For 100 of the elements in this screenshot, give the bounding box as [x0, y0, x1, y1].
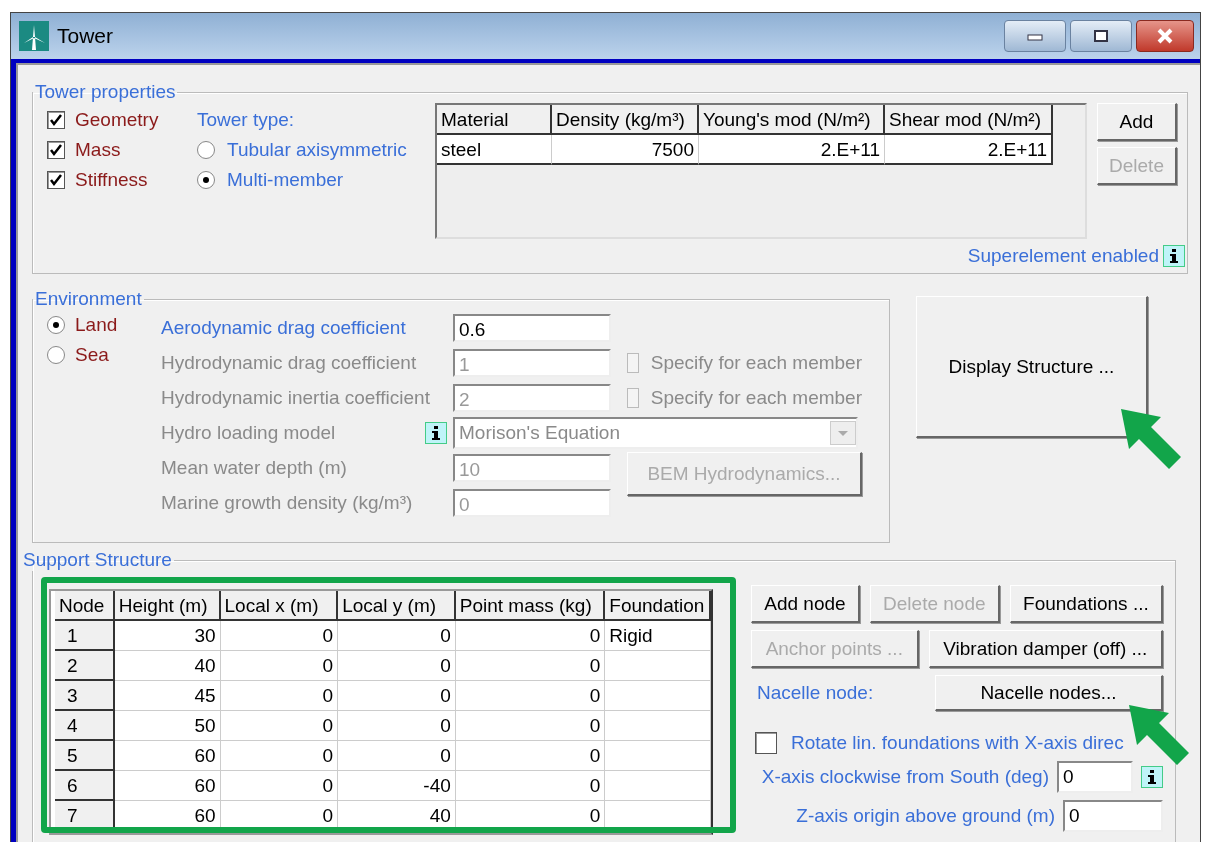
table-cell: 2.E+11: [699, 135, 885, 165]
group-title: Environment: [34, 288, 143, 310]
nacelle-nodes-button[interactable]: Nacelle nodes...: [935, 675, 1163, 711]
maximize-button[interactable]: [1070, 20, 1132, 52]
column-header: Height (m): [114, 591, 221, 621]
checkbox[interactable]: [755, 732, 777, 754]
table-cell: 0: [455, 711, 606, 741]
column-header: Foundation: [605, 591, 711, 621]
radio-label: Multi-member: [227, 169, 344, 191]
column-header: Node: [55, 591, 115, 621]
group-title: Tower properties: [34, 81, 177, 103]
table-cell: Rigid: [605, 621, 711, 651]
column-header: Young's mod (N/m²): [699, 105, 885, 135]
row-header: 4: [55, 711, 115, 741]
checkbox-label: Specify for each member: [650, 386, 862, 409]
input-field[interactable]: 0: [1063, 800, 1163, 832]
table-cell: 0: [338, 741, 456, 771]
checkbox-label: Specify for each member: [650, 351, 862, 374]
checkbox[interactable]: [47, 141, 65, 159]
table-cell: 45: [114, 681, 221, 711]
row-header: 5: [55, 741, 115, 771]
window-title: Tower: [57, 24, 114, 48]
radio-button[interactable]: [47, 346, 65, 364]
checkbox-label: Stiffness: [75, 169, 148, 191]
table-cell: 40: [114, 651, 221, 681]
checkbox[interactable]: [47, 171, 65, 189]
info-icon[interactable]: [1141, 766, 1163, 788]
row-header: 2: [55, 651, 115, 681]
table-cell: steel: [437, 135, 552, 165]
arrow-icon: [1129, 705, 1191, 767]
table-cell: 2.E+11: [885, 135, 1053, 165]
field-label: X-axis clockwise from South (deg): [761, 766, 1049, 788]
tower-type-label: Tower type:: [197, 109, 296, 131]
table-cell: 0: [220, 801, 339, 831]
table-cell: 0: [455, 801, 606, 831]
input-field[interactable]: 0: [1057, 761, 1133, 793]
checkbox-label: Rotate lin. foundations with X-axis direc: [791, 732, 1124, 754]
close-button[interactable]: [1136, 20, 1194, 52]
field-label: Marine growth density (kg/m³): [161, 491, 413, 514]
field-label: Hydro loading model: [161, 421, 336, 444]
row-header: 3: [55, 681, 115, 711]
table-cell: 0: [220, 771, 339, 801]
node-button[interactable]: Foundations ...: [1009, 585, 1163, 623]
node-button[interactable]: Vibration damper (off) ...: [928, 630, 1163, 668]
table-cell: 0: [455, 651, 606, 681]
table-cell: 0: [455, 741, 606, 771]
field-label: Hydrodynamic inertia coefficient: [161, 386, 430, 409]
table-cell: 0: [455, 681, 606, 711]
field-label: Aerodynamic drag coefficient: [161, 316, 406, 339]
table-cell: -40: [338, 771, 456, 801]
table-cell: 60: [114, 771, 221, 801]
radio-label: Land: [75, 314, 118, 336]
table-cell: 30: [114, 621, 221, 651]
column-header: Local y (m): [338, 591, 456, 621]
column-header: Shear mod (N/m²): [885, 105, 1053, 135]
radio-label: Tubular axisymmetric: [227, 139, 407, 161]
superelement-label: Superelement enabled: [967, 245, 1159, 267]
radio-button[interactable]: [47, 316, 65, 334]
nacelle-label: Nacelle node:: [757, 682, 874, 704]
table-cell: 0: [455, 771, 606, 801]
row-header: 1: [55, 621, 115, 651]
column-header: Material: [437, 105, 552, 135]
field-label: Hydrodynamic drag coefficient: [161, 351, 417, 374]
input-field[interactable]: 0.6: [453, 313, 611, 342]
table-cell: 0: [220, 711, 339, 741]
field-label: Mean water depth (m): [161, 456, 347, 479]
table-cell: 0: [220, 681, 339, 711]
minimize-icon: [1025, 31, 1045, 41]
table-cell: 0: [220, 621, 339, 651]
info-icon[interactable]: [1163, 245, 1185, 267]
table-cell: 7500: [552, 135, 699, 165]
group-title: Support Structure: [22, 549, 173, 571]
maximize-icon: [1091, 29, 1111, 43]
display-structure-button[interactable]: Display Structure ...: [916, 296, 1148, 438]
column-header: Point mass (kg): [455, 591, 606, 621]
table-button[interactable]: Add: [1097, 103, 1177, 141]
radio-label: Sea: [75, 344, 109, 366]
column-header: Local x (m): [220, 591, 339, 621]
checkbox[interactable]: [47, 111, 65, 129]
arrow-icon: [1121, 409, 1183, 471]
table-cell: 0: [338, 681, 456, 711]
table-cell: 0: [338, 651, 456, 681]
turbine-icon: [19, 21, 49, 51]
table-cell: 60: [114, 741, 221, 771]
table-cell: 0: [338, 711, 456, 741]
radio-button[interactable]: [197, 141, 215, 159]
checkbox-label: Geometry: [75, 109, 159, 131]
table-cell: 0: [338, 621, 456, 651]
table-cell: 0: [220, 741, 339, 771]
field-label: Z-axis origin above ground (m): [796, 805, 1055, 827]
checkbox-label: Mass: [75, 139, 121, 161]
table-cell: 40: [338, 801, 456, 831]
table-cell: 50: [114, 711, 221, 741]
row-header: 6: [55, 771, 115, 801]
node-button[interactable]: Add node: [751, 585, 860, 623]
close-icon: [1155, 28, 1175, 44]
table-cell: 0: [220, 651, 339, 681]
table-cell: 0: [455, 621, 606, 651]
column-header: Density (kg/m³): [552, 105, 699, 135]
radio-button[interactable]: [197, 171, 215, 189]
